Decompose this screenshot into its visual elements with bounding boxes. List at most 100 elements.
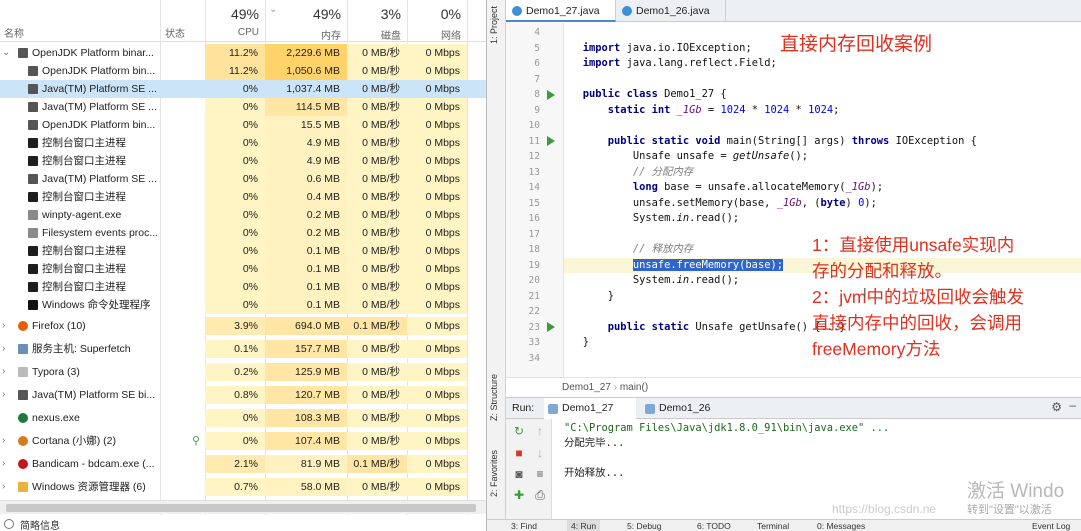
process-row[interactable]: › Typora (3) 0.2% 125.9 MB 0 MB/秒 0 Mbps xyxy=(0,363,486,381)
console-icon xyxy=(28,138,38,148)
process-row[interactable]: OpenJDK Platform bin... 0% 15.5 MB 0 MB/秒 0 … xyxy=(0,116,486,134)
chevron-right-icon[interactable]: › xyxy=(2,455,12,473)
rerun-icon[interactable]: ↻ xyxy=(511,423,527,439)
chevron-right-icon[interactable]: › xyxy=(2,317,12,335)
process-row[interactable]: › Bandicam - bdcam.exe (... 2.1% 81.9 MB 0.1… xyxy=(0,455,486,473)
chevron-down-icon[interactable]: ⌄ xyxy=(2,44,12,62)
cpu-column-header[interactable]: 49% CPU xyxy=(205,0,265,42)
process-row[interactable]: OpenJDK Platform bin... 11.2% 1,050.6 MB 0 … xyxy=(0,62,486,80)
run-gutter-icon[interactable] xyxy=(547,89,555,100)
breadcrumb-class[interactable]: Demo1_27 xyxy=(562,382,611,393)
console-icon xyxy=(28,246,38,256)
fewer-details-link[interactable]: 简略信息 xyxy=(20,517,60,531)
soft-wrap-icon[interactable]: ≡ xyxy=(532,466,548,482)
console-line: 分配完毕... xyxy=(564,437,625,449)
process-row[interactable]: 控制台窗口主进程 0% 0.4 MB 0 MB/秒 0 Mbps xyxy=(0,188,486,206)
debug-tool-button[interactable]: 5: Debug xyxy=(627,520,662,531)
status-column-header[interactable]: 状态 xyxy=(160,0,205,42)
process-row[interactable]: › Java(TM) Platform SE bi... 0.8% 120.7 MB 0… xyxy=(0,386,486,404)
process-row[interactable]: › 服务主机: Superfetch 0.1% 157.7 MB 0 MB/秒 0 Mbp… xyxy=(0,340,486,358)
print-icon[interactable]: ⎙ xyxy=(532,487,548,503)
process-name-cell: winpty-agent.exe xyxy=(0,206,160,224)
name-column-header[interactable]: 名称 xyxy=(0,0,160,42)
process-name: 服务主机: Superfetch xyxy=(32,343,131,355)
cpu-cell: 0% xyxy=(205,409,265,427)
disk-cell: 0 MB/秒 xyxy=(347,134,407,152)
java-icon xyxy=(28,84,38,94)
messages-tool-button[interactable]: 0: Messages xyxy=(817,520,865,531)
process-row[interactable]: 控制台窗口主进程 0% 0.1 MB 0 MB/秒 0 Mbps xyxy=(0,242,486,260)
breadcrumb-method[interactable]: main() xyxy=(620,382,648,393)
process-name: Java(TM) Platform SE ... xyxy=(42,173,157,185)
tab-demo1-27[interactable]: Demo1_27.java xyxy=(506,0,616,22)
process-row[interactable]: Windows 命令处理程序 0% 0.1 MB 0 MB/秒 0 Mbps xyxy=(0,296,486,314)
chevron-right-icon[interactable]: › xyxy=(2,478,12,496)
chevron-right-icon[interactable]: › xyxy=(2,386,12,404)
process-row[interactable]: nexus.exe 0% 108.3 MB 0 MB/秒 0 Mbps xyxy=(0,409,486,427)
scroll-down-icon[interactable]: ↓ xyxy=(532,445,548,461)
scrollbar-thumb[interactable] xyxy=(6,504,476,512)
tab-demo1-26[interactable]: Demo1_26.java xyxy=(616,0,726,22)
event-log-button[interactable]: Event Log xyxy=(1032,520,1070,531)
horizontal-scrollbar[interactable] xyxy=(0,500,486,514)
process-row[interactable]: 控制台窗口主进程 0% 0.1 MB 0 MB/秒 0 Mbps xyxy=(0,260,486,278)
process-name-cell: 控制台窗口主进程 xyxy=(0,278,160,296)
chevron-up-icon[interactable] xyxy=(4,519,14,529)
code-line: import java.lang.reflect.Field; xyxy=(582,57,777,69)
process-row[interactable]: 控制台窗口主进程 0% 0.1 MB 0 MB/秒 0 Mbps xyxy=(0,278,486,296)
structure-tool-button[interactable]: Z: Structure xyxy=(489,374,499,421)
chevron-right-icon[interactable]: › xyxy=(2,340,12,358)
chevron-right-icon[interactable]: › xyxy=(2,432,12,450)
nexus-icon xyxy=(18,413,28,423)
line-number: 8 xyxy=(534,89,540,100)
cpu-cell: 0% xyxy=(205,260,265,278)
process-row[interactable]: › Firefox (10) 3.9% 694.0 MB 0.1 MB/秒 0 Mbps xyxy=(0,317,486,335)
network-cell: 0 Mbps xyxy=(407,62,467,80)
code-editor[interactable]: } public static Unsafe getUnsafe() {...}… xyxy=(564,23,1081,377)
process-row[interactable]: winpty-agent.exe 0% 0.2 MB 0 MB/秒 0 Mbps xyxy=(0,206,486,224)
process-row[interactable]: 控制台窗口主进程 0% 4.9 MB 0 MB/秒 0 Mbps xyxy=(0,134,486,152)
gear-icon[interactable]: ⚙ xyxy=(1051,400,1062,414)
process-row[interactable]: Java(TM) Platform SE ... 0% 1,037.4 MB 0 MB… xyxy=(0,80,486,98)
console-line: "C:\Program Files\Java\jdk1.8.0_91\bin\j… xyxy=(564,422,890,434)
run-tab-demo1-27[interactable]: Demo1_27 xyxy=(544,398,636,419)
run-gutter-icon[interactable] xyxy=(547,136,555,146)
disk-column-label: 磁盘 xyxy=(381,31,401,42)
memory-column-label: 内存 xyxy=(321,31,341,42)
favorites-tool-button[interactable]: 2: Favorites xyxy=(489,450,499,497)
memory-column-header[interactable]: ⌄ 49% 内存 xyxy=(265,0,347,42)
terminal-tool-button[interactable]: Terminal xyxy=(757,520,789,531)
process-name-cell: Java(TM) Platform SE ... xyxy=(0,170,160,188)
run-tool-button[interactable]: 4: Run xyxy=(567,520,601,531)
process-row[interactable]: 控制台窗口主进程 0% 4.9 MB 0 MB/秒 0 Mbps xyxy=(0,152,486,170)
java-class-icon xyxy=(512,6,522,16)
minimize-icon[interactable]: – xyxy=(1069,398,1076,412)
process-row[interactable]: Filesystem events proc... 0% 0.2 MB 0 MB/秒 0… xyxy=(0,224,486,242)
network-column-header[interactable]: 0% 网络 xyxy=(407,0,467,42)
annotation-note: 2：jvm中的垃圾回收会触发 xyxy=(812,287,1024,307)
run-gutter-icon[interactable] xyxy=(547,322,555,332)
memory-cell: 1,050.6 MB xyxy=(265,62,347,80)
cpu-cell: 0% xyxy=(205,224,265,242)
process-row[interactable]: › Cortana (小娜) (2) ⚲ 0% 107.4 MB 0 MB/秒 0 Mbps xyxy=(0,432,486,450)
scroll-up-icon[interactable]: ↑ xyxy=(532,423,548,439)
process-row[interactable]: › Windows 资源管理器 (6) 0.7% 58.0 MB 0 MB/秒 0 Mbp… xyxy=(0,478,486,496)
find-tool-button[interactable]: 3: Find xyxy=(511,520,537,531)
project-tool-button[interactable]: 1: Project xyxy=(489,6,499,44)
run-tab-demo1-26[interactable]: Demo1_26 xyxy=(641,398,733,419)
firefox-icon xyxy=(18,321,28,331)
memory-cell: 0.1 MB xyxy=(265,242,347,260)
todo-tool-button[interactable]: 6: TODO xyxy=(697,520,731,531)
cpu-total: 49% xyxy=(230,6,259,22)
stop-icon[interactable]: ■ xyxy=(511,445,527,461)
disk-column-header[interactable]: 3% 磁盘 xyxy=(347,0,407,42)
process-row[interactable]: Java(TM) Platform SE ... 0% 0.6 MB 0 MB/秒 0 … xyxy=(0,170,486,188)
camera-icon[interactable]: ◙ xyxy=(511,466,527,482)
restore-layout-icon[interactable]: ✚ xyxy=(511,487,527,503)
process-row[interactable]: ⌄ OpenJDK Platform binar... 11.2% 2,229.6 M… xyxy=(0,44,486,62)
memory-cell: 0.1 MB xyxy=(265,260,347,278)
chevron-right-icon[interactable]: › xyxy=(2,363,12,381)
process-row[interactable]: Java(TM) Platform SE ... 0% 114.5 MB 0 MB/秒… xyxy=(0,98,486,116)
text-cursor-icon: I xyxy=(863,285,867,300)
